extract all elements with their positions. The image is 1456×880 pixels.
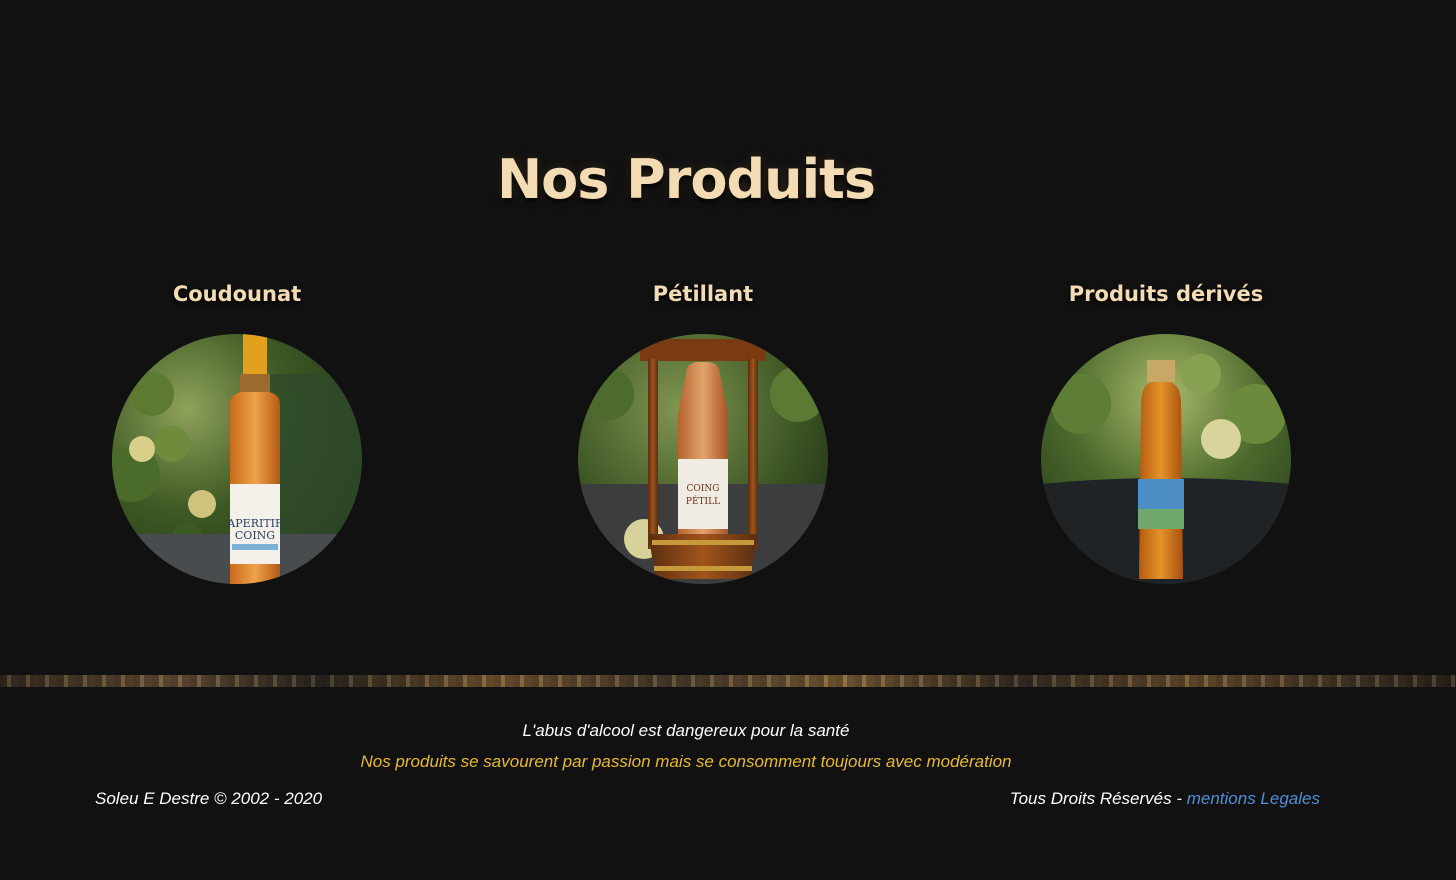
product-title: Coudounat	[172, 282, 302, 306]
product-title: Produits dérivés	[1068, 282, 1264, 306]
product-title: Pétillant	[652, 282, 754, 306]
product-image-produits-derives[interactable]	[1041, 334, 1291, 584]
product-card-produits-derives[interactable]: Produits dérivés	[1016, 278, 1316, 584]
svg-text:COING: COING	[235, 529, 275, 542]
footer-decorative-band	[0, 675, 1456, 687]
copyright: Soleu E Destre © 2002 - 2020	[95, 789, 323, 808]
rights-text: Tous Droits Réservés -	[1009, 789, 1187, 808]
alcohol-warning: L'abus d'alcool est dangereux pour la sa…	[522, 721, 850, 740]
legal-mentions-link[interactable]: mentions Legales	[1187, 789, 1320, 808]
product-card-petillant[interactable]: Pétillant COING PÉTILL	[553, 278, 853, 584]
product-image-petillant[interactable]: COING PÉTILL	[578, 334, 828, 584]
svg-text:PÉTILL: PÉTILL	[686, 495, 720, 507]
moderation-notice: Nos produits se savourent par passion ma…	[360, 752, 1012, 771]
rights-reserved: Tous Droits Réservés - mentions Legales	[1010, 789, 1320, 809]
page-title: Nos Produits	[496, 148, 876, 211]
product-image-coudounat[interactable]: APERITIF COING	[112, 334, 362, 584]
product-card-coudounat[interactable]: Coudounat APERITIF COING	[87, 278, 387, 584]
svg-text:COING: COING	[687, 484, 720, 494]
